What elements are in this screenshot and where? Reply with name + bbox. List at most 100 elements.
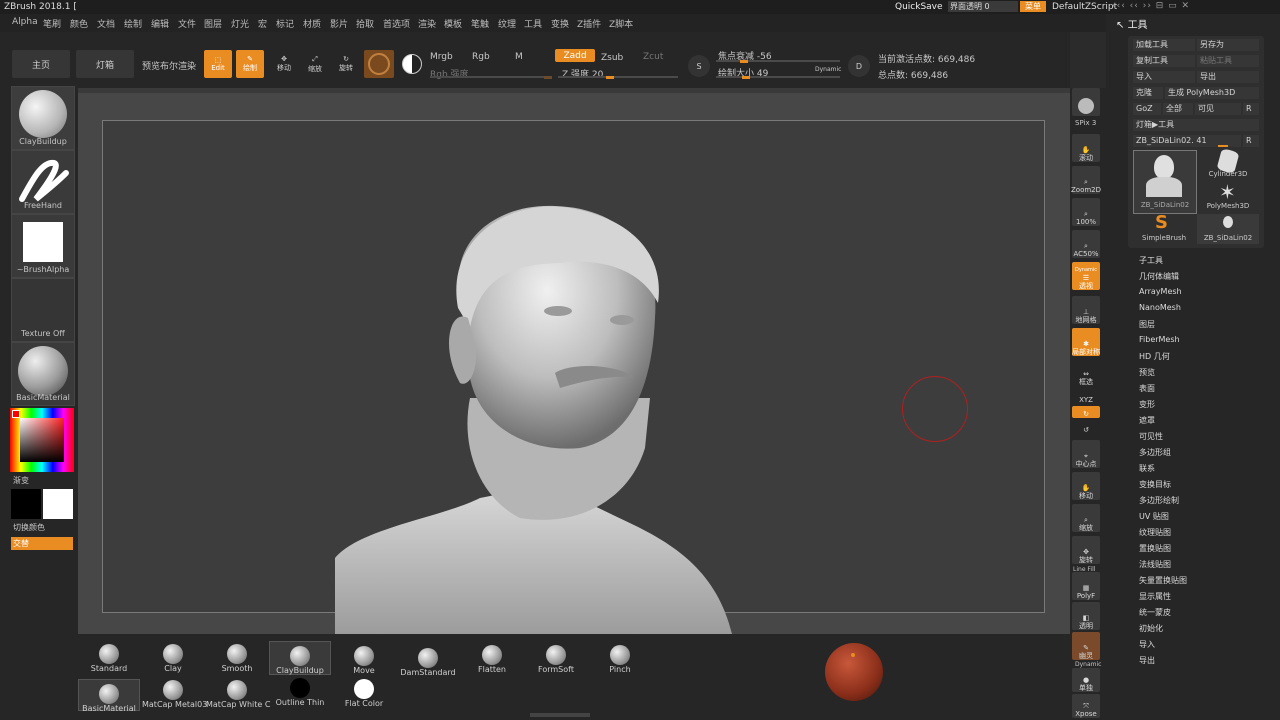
brush-move[interactable]: Move [334,642,394,675]
tool-thumb-cylinder3d[interactable]: Cylinder3D [1197,148,1259,180]
subpalette-vector-displacement[interactable]: 矢量置换贴图 [1139,575,1187,586]
material-flat-color[interactable]: Flat Color [334,675,394,708]
ghost-button[interactable]: ✎ 幽灵 [1072,632,1100,660]
bottom-tray-handle[interactable] [530,713,590,717]
subpalette-import[interactable]: 导入 [1139,639,1155,650]
subpalette-hd-geometry[interactable]: HD 几何 [1139,351,1170,362]
menu-picker[interactable]: 拾取 [356,17,374,30]
xyz-button[interactable]: XYZ [1072,390,1100,404]
menu-render[interactable]: 渲染 [418,17,436,30]
move-mode-button[interactable]: ✥ 移动 [270,50,298,78]
clone-button[interactable]: 克隆 [1133,87,1163,99]
scale-view-button[interactable]: ⌕ 缩放 [1072,504,1100,532]
import-button[interactable]: 导入 [1133,71,1195,83]
brush-standard[interactable]: Standard [79,640,139,673]
edit-mode-button[interactable]: ⬚ Edit [204,50,232,78]
menu-color[interactable]: 颜色 [70,17,88,30]
m-button[interactable]: M [515,52,523,62]
subpalette-normal-map[interactable]: 法线贴图 [1139,559,1171,570]
scroll-button[interactable]: ✋ 滚动 [1072,134,1100,162]
material-matcap-white[interactable]: MatCap White C [206,676,270,709]
switch-color-button[interactable]: 切换颜色 [13,522,45,533]
material-matcap-metal03[interactable]: MatCap Metal03 [142,676,207,709]
subpalette-deformation[interactable]: 变形 [1139,399,1155,410]
export-button[interactable]: 导出 [1197,71,1259,83]
menu-material[interactable]: 材质 [303,17,321,30]
dynamic-size-toggle[interactable]: Dynamic [815,66,841,73]
menu-preferences[interactable]: 首选项 [383,17,410,30]
menu-tool[interactable]: 工具 [524,17,542,30]
subpalette-surface[interactable]: 表面 [1139,383,1155,394]
local-symmetry-button[interactable]: ✱ 局部对称 [1072,328,1100,356]
menu-draw[interactable]: 绘制 [124,17,142,30]
menu-document[interactable]: 文档 [97,17,115,30]
bpr-button[interactable] [1072,88,1100,116]
subpalette-geometry[interactable]: 几何体编辑 [1139,271,1179,282]
polyf-button[interactable]: ▦ PolyF [1072,572,1100,600]
default-zscript-button[interactable]: DefaultZScript [1052,2,1117,12]
center-point-button[interactable]: ⌖ 中心点 [1072,440,1100,468]
material-outline-thin[interactable]: Outline Thin [270,674,330,707]
menu-transform[interactable]: 变换 [551,17,569,30]
subpalette-fibermesh[interactable]: FiberMesh [1139,335,1180,344]
draw-mode-button[interactable]: ✎ 绘制 [236,50,264,78]
current-tool-slider-knob[interactable] [1218,145,1228,147]
tool-thumb-simplebrush[interactable]: S SimpleBrush [1133,212,1195,244]
subpalette-subtool[interactable]: 子工具 [1139,255,1163,266]
menu-toggle-button[interactable]: 菜单 [1020,1,1046,12]
menu-alpha[interactable]: Alpha [12,17,38,27]
lightbox-button[interactable]: 灯箱 [76,50,134,78]
quicksave-button[interactable]: QuickSave [895,2,943,12]
brush-claybuildup[interactable]: ClayBuildup [269,641,331,675]
rgb-button[interactable]: Rgb [472,52,490,62]
paste-tool-button[interactable]: 粘贴工具 [1197,55,1259,67]
goz-r-button[interactable]: R [1243,103,1259,115]
floor-grid-button[interactable]: ⊥ 地网格 [1072,296,1100,324]
xpose-button[interactable]: ⤧ Xpose [1072,694,1100,718]
rotate-axis-button[interactable]: ↻ [1072,406,1100,418]
subpalette-polygroups[interactable]: 多边形组 [1139,447,1171,458]
visible-button[interactable]: 可见 [1195,103,1241,115]
material-swatch-button[interactable] [364,50,394,78]
mrgb-button[interactable]: Mrgb [430,52,453,62]
material-basic[interactable]: BasicMaterial [78,679,140,713]
tool-thumb-zb-sidalin02-small[interactable]: ZB_SiDaLin02 [1197,214,1259,244]
tool-panel-header[interactable]: ↖ 工具 [1116,16,1148,31]
gradient-mode-button[interactable] [398,50,426,78]
brush-pinch[interactable]: Pinch [590,641,650,674]
subpalette-morph-target[interactable]: 变换目标 [1139,479,1171,490]
subpalette-nanomesh[interactable]: NanoMesh [1139,303,1181,312]
subpalette-displacement-map[interactable]: 置换贴图 [1139,543,1171,554]
save-as-button[interactable]: 另存为 [1197,39,1259,51]
z-intensity-track[interactable] [558,76,678,78]
alternate-toggle[interactable]: 交替 [11,537,73,550]
lightbox-tools-button[interactable]: 灯箱▶工具 [1133,119,1259,131]
menu-file[interactable]: 文件 [178,17,196,30]
main-color-swatch[interactable] [43,489,73,519]
subpalette-contact[interactable]: 联系 [1139,463,1155,474]
menu-marker[interactable]: 标记 [276,17,294,30]
saturation-square[interactable] [20,418,64,462]
zoom2d-button[interactable]: ⌕ Zoom2D [1071,166,1101,194]
rgb-intensity-slider[interactable]: Rgb 强度 [430,67,469,80]
frame-button[interactable]: ⇔ 框选 [1072,364,1100,386]
goz-button[interactable]: GoZ [1133,103,1161,115]
menu-movie[interactable]: 影片 [330,17,348,30]
scale-mode-button[interactable]: ⤢ 缩放 [301,50,329,78]
tool-thumb-zb-sidalin02[interactable]: ZB_SiDaLin02 [1133,150,1197,214]
menu-texture[interactable]: 纹理 [498,17,516,30]
menu-brush[interactable]: 笔刷 [43,17,61,30]
color-picker[interactable] [10,408,74,472]
brush-flatten[interactable]: Flatten [462,641,522,674]
make-polymesh-button[interactable]: 生成 PolyMesh3D [1165,87,1259,99]
rotate-view-button[interactable]: ✥ 旋转 [1072,536,1100,564]
window-controls[interactable]: ‹‹‹ ‹‹ ›› ⊟ ▭ ✕ [1112,1,1190,11]
menu-stencil[interactable]: 模板 [444,17,462,30]
rgb-intensity-track[interactable] [430,76,552,78]
zsub-button[interactable]: Zsub [601,53,623,63]
spix-slider[interactable]: SPix 3 [1075,119,1096,127]
draw-size-track[interactable] [716,76,840,78]
gradient-label[interactable]: 渐变 [13,475,29,486]
brush-clay[interactable]: Clay [143,640,203,673]
symmetry-s-icon[interactable]: S [688,55,710,77]
